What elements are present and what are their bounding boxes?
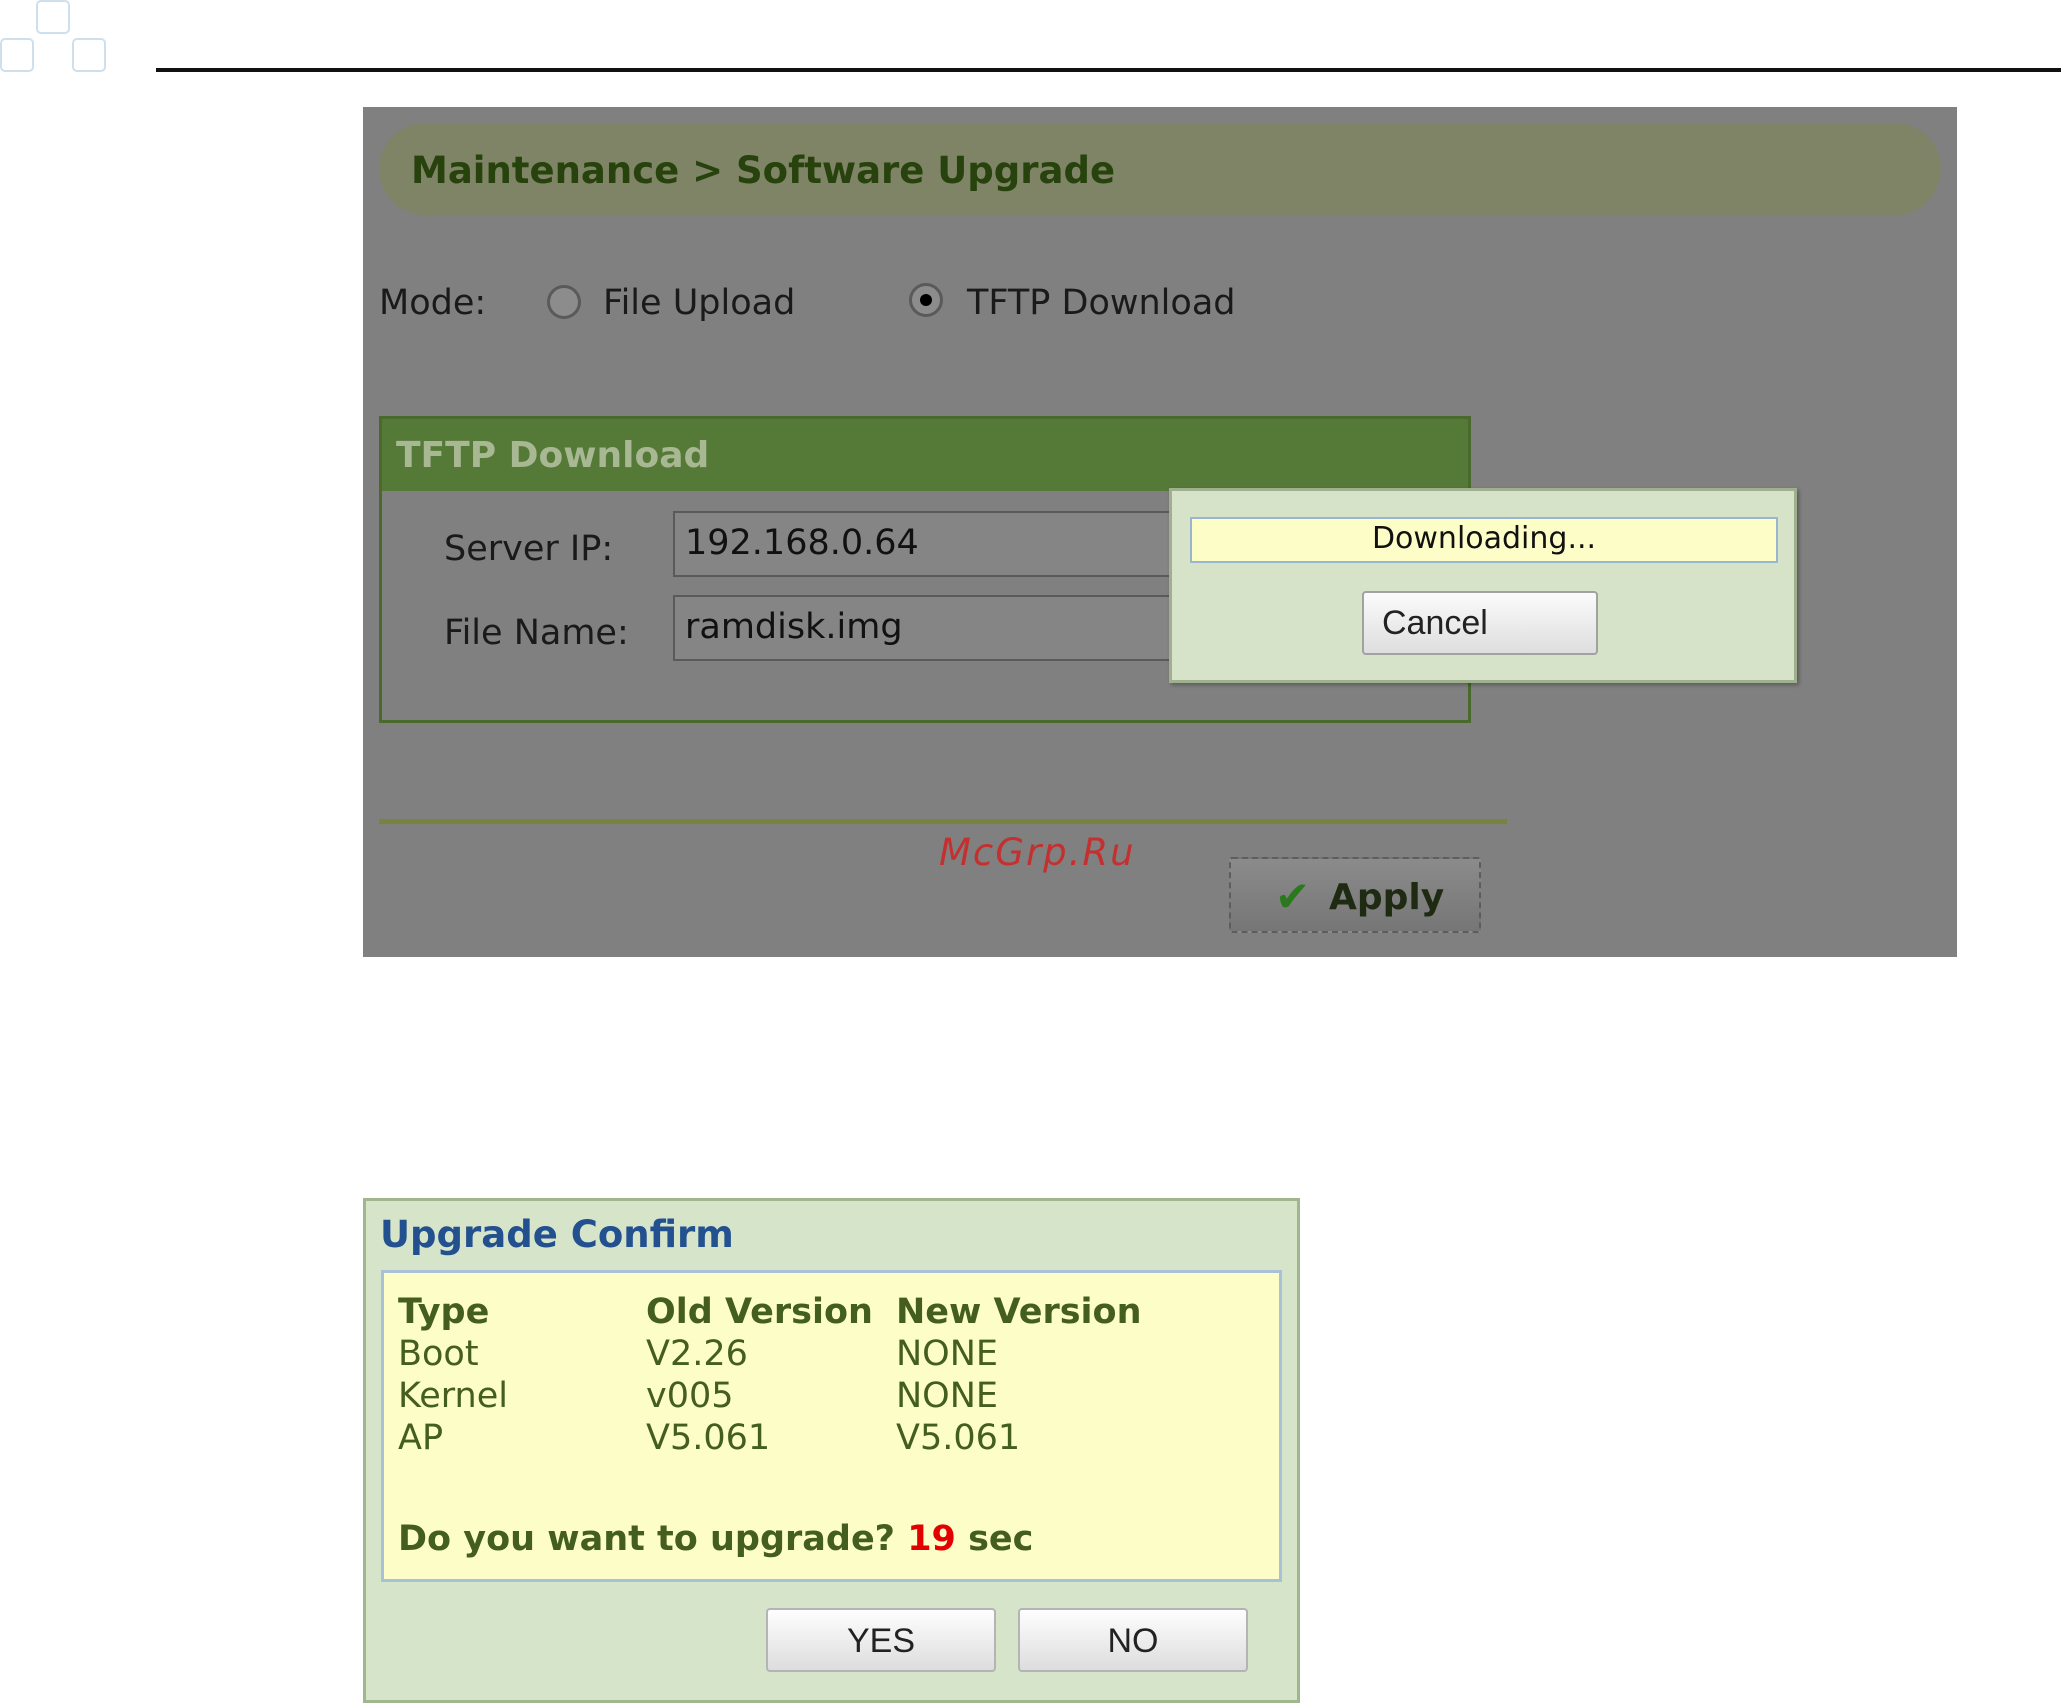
tftp-panel-title: TFTP Download — [396, 435, 710, 476]
tftp-download-radio[interactable] — [909, 283, 943, 317]
apply-label: Apply — [1329, 877, 1445, 918]
logo-square-top — [36, 0, 70, 34]
cell-new-version: V5.061 — [896, 1418, 1021, 1458]
countdown-unit: sec — [968, 1519, 1034, 1559]
tftp-download-label: TFTP Download — [967, 283, 1236, 323]
table-row: Kernel v005 NONE — [398, 1375, 1156, 1417]
file-name-input[interactable]: ramdisk.img — [673, 595, 1193, 661]
cell-old-version: v005 — [646, 1376, 734, 1416]
file-upload-label: File Upload — [603, 283, 796, 323]
file-upload-radio[interactable] — [547, 285, 581, 319]
no-button[interactable]: NO — [1018, 1608, 1248, 1672]
confirm-body: Type Old Version New Version Boot V2.26 … — [381, 1270, 1282, 1582]
cell-type: AP — [398, 1418, 444, 1458]
header-new-version: New Version — [896, 1292, 1142, 1332]
cancel-button[interactable]: Cancel — [1362, 591, 1598, 655]
server-ip-label: Server IP: — [444, 529, 614, 569]
download-status: Downloading... — [1190, 517, 1778, 563]
download-progress-dialog: Downloading... Cancel — [1169, 488, 1797, 683]
upgrade-confirm-dialog: Upgrade Confirm Type Old Version New Ver… — [363, 1198, 1300, 1703]
server-ip-input[interactable]: 192.168.0.64 — [673, 511, 1193, 577]
yes-button[interactable]: YES — [766, 1608, 996, 1672]
header-type: Type — [398, 1292, 490, 1332]
file-name-label: File Name: — [444, 613, 629, 653]
cell-type: Kernel — [398, 1376, 508, 1416]
cell-old-version: V5.061 — [646, 1418, 771, 1458]
tftp-panel-header: TFTP Download — [382, 419, 1468, 491]
logo-square-right — [72, 38, 106, 72]
software-upgrade-screenshot: Maintenance > Software Upgrade Mode: Fil… — [363, 107, 1957, 957]
breadcrumb-bar: Maintenance > Software Upgrade — [379, 123, 1941, 215]
cell-new-version: NONE — [896, 1376, 999, 1416]
watermark: McGrp.Ru — [939, 831, 1136, 874]
header-rule — [156, 68, 2061, 72]
version-table-header: Type Old Version New Version — [398, 1291, 1156, 1333]
mode-label: Mode: — [379, 283, 487, 323]
countdown-value: 19 — [907, 1519, 956, 1559]
header-old-version: Old Version — [646, 1292, 873, 1332]
confirm-title: Upgrade Confirm — [380, 1213, 734, 1256]
cell-type: Boot — [398, 1334, 479, 1374]
checkmark-icon: ✔ — [1275, 872, 1311, 921]
table-row: AP V5.061 V5.061 — [398, 1417, 1156, 1459]
breadcrumb: Maintenance > Software Upgrade — [411, 149, 1116, 192]
upgrade-question: Do you want to upgrade? 19 sec — [398, 1519, 1033, 1559]
apply-button[interactable]: ✔ Apply — [1229, 857, 1481, 933]
version-table: Type Old Version New Version Boot V2.26 … — [398, 1291, 1156, 1459]
table-row: Boot V2.26 NONE — [398, 1333, 1156, 1375]
cell-old-version: V2.26 — [646, 1334, 748, 1374]
section-divider — [379, 819, 1507, 824]
cell-new-version: NONE — [896, 1334, 999, 1374]
logo-square-left — [0, 38, 34, 72]
question-text: Do you want to upgrade? — [398, 1519, 895, 1559]
